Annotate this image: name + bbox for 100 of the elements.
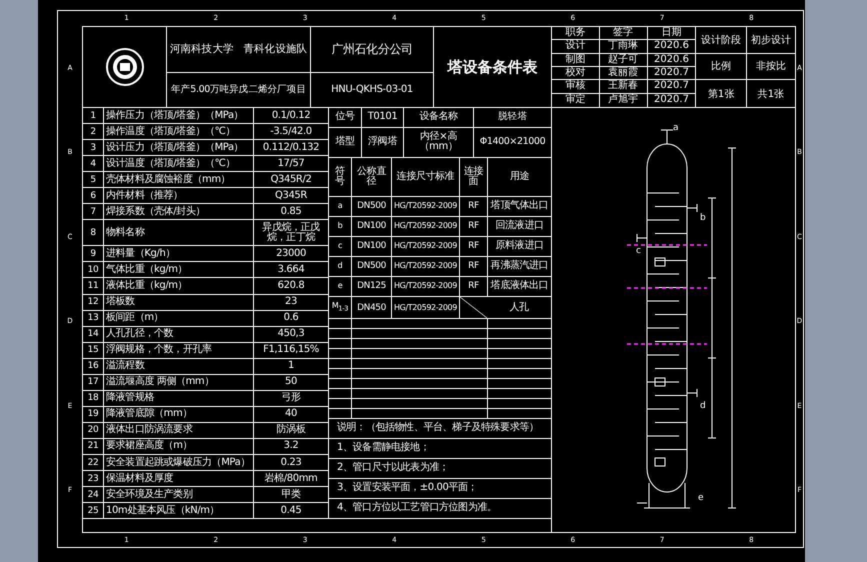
row-number: 15 bbox=[86, 344, 100, 358]
signoff-cell: 2020.7 bbox=[648, 80, 696, 94]
parameter-value: -3.5/42.0 bbox=[253, 124, 328, 140]
note-text: 4、管口方位以工艺管口方位图为准。 bbox=[336, 500, 498, 516]
signoff-cell: 袁丽霞 bbox=[600, 66, 648, 80]
info-cell: 第1张 bbox=[696, 80, 747, 107]
parameter-value: 23000 bbox=[253, 246, 328, 262]
equipment-cell: Φ1400×21000 bbox=[473, 128, 551, 157]
nozzle-face: RF bbox=[459, 276, 487, 296]
row-number: 18 bbox=[86, 392, 100, 406]
info-cell-text: 共1张 bbox=[756, 88, 786, 102]
signoff-cell: 赵子可 bbox=[600, 54, 648, 67]
column-header: 用途 bbox=[487, 158, 551, 196]
row-number: 5 bbox=[89, 174, 97, 187]
parameter-label: 液体出口防涡流要求 bbox=[103, 422, 253, 438]
parameter-value: 0.45 bbox=[253, 503, 328, 518]
parameter-value: 1 bbox=[253, 358, 328, 374]
row-number: 17 bbox=[86, 376, 100, 390]
signoff-cell: 王新春 bbox=[600, 80, 648, 94]
row-number: 2 bbox=[89, 126, 97, 139]
signoff-cell: 校对 bbox=[552, 66, 600, 80]
row-number: 1 bbox=[89, 110, 97, 123]
row-number: 11 bbox=[86, 280, 100, 293]
row-number: 13 bbox=[86, 312, 100, 326]
signoff-cell: 日期 bbox=[648, 27, 696, 40]
signoff-cell: 2020.6 bbox=[648, 54, 696, 67]
parameter-label: 安全环境及生产类别 bbox=[103, 487, 253, 502]
parameter-value: 岩棉/80mm bbox=[253, 471, 328, 486]
signoff-cell: 2020.6 bbox=[648, 40, 696, 54]
parameter-value: 0.6 bbox=[253, 310, 328, 326]
row-number: 6 bbox=[89, 190, 97, 203]
equipment-cell: 内径×高（mm） bbox=[403, 128, 473, 157]
parameter-label: 溢流程数 bbox=[103, 358, 253, 374]
note-text: 3、设置安装平面，±0.00平面； bbox=[336, 480, 478, 496]
nozzle-standard: HG/T20592-2009 bbox=[391, 256, 459, 276]
nozzle-symbol: c bbox=[337, 240, 343, 252]
row-number: 20 bbox=[86, 424, 100, 438]
parameter-value: 0.23 bbox=[253, 454, 328, 470]
column-header: 连接尺寸标准 bbox=[391, 158, 459, 196]
drawing-number: HNU-QKHS-03-01 bbox=[331, 84, 413, 96]
nozzle-symbol: M$_{1-3}$ bbox=[330, 300, 350, 315]
parameter-label: 要求裙座高度（m） bbox=[103, 438, 253, 454]
row-number: 8 bbox=[89, 226, 97, 240]
nozzle-diameter: DN500 bbox=[351, 256, 391, 276]
nozzle-standard: HG/T20592-2009 bbox=[391, 276, 459, 296]
nozzle-face: RF bbox=[459, 236, 487, 256]
nozzle-diameter: DN100 bbox=[351, 216, 391, 236]
parameter-value: 3.664 bbox=[253, 262, 328, 278]
parameter-value: 甲类 bbox=[253, 487, 328, 502]
row-number: 16 bbox=[86, 360, 100, 374]
parameter-value: 23 bbox=[253, 294, 328, 310]
parameter-value: 40 bbox=[253, 406, 328, 422]
parameter-value: Q345R/2 bbox=[253, 172, 328, 188]
nozzle-standard: HG/T20592-2009 bbox=[391, 196, 459, 216]
note-text: 1、设备需静电接地； bbox=[336, 440, 430, 456]
nozzle-diameter: DN500 bbox=[351, 196, 391, 216]
nozzle-standard: HG/T20592-2009 bbox=[391, 296, 459, 318]
nozzle-label: c bbox=[636, 246, 641, 256]
parameter-label: 焊接系数（壳体/封头） bbox=[103, 204, 253, 220]
nozzle-use: 原料液进口 bbox=[487, 236, 551, 256]
row-number: 23 bbox=[86, 472, 100, 486]
equipment-cell: 脱轻塔 bbox=[473, 108, 551, 127]
row-number: 22 bbox=[86, 456, 100, 470]
parameter-label: 设计温度（塔顶/塔釜）（℃） bbox=[103, 156, 253, 172]
row-number: 12 bbox=[86, 296, 100, 310]
nozzle-symbol: e bbox=[336, 280, 344, 292]
nozzle-use: 回流液进口 bbox=[487, 216, 551, 236]
project-name: 年产5.00万吨异戊二烯分厂项目 bbox=[171, 83, 306, 96]
parameter-value: 0.1/0.12 bbox=[253, 108, 328, 124]
nozzle-label: b bbox=[700, 213, 706, 223]
info-cell: 设计阶段 bbox=[696, 27, 747, 54]
emblem-logo bbox=[104, 47, 144, 87]
parameter-value: F1,116,15% bbox=[253, 342, 328, 358]
parameter-value: 0.112/0.132 bbox=[253, 140, 328, 156]
signoff-cell: 卢旭宇 bbox=[600, 94, 648, 107]
parameter-label: 物料名称 bbox=[103, 220, 253, 246]
nozzle-use: 再沸蒸汽进口 bbox=[487, 256, 551, 276]
parameter-label: 浮阀规格，个数，开孔率 bbox=[103, 342, 253, 358]
note-text: 说明：（包括物性、平台、梯子及特殊要求等） bbox=[336, 420, 540, 436]
column-header: 符号 bbox=[334, 164, 346, 189]
parameter-value: 50 bbox=[253, 374, 328, 390]
signoff-cell: 丁雨琳 bbox=[600, 40, 648, 54]
nozzle-label: e bbox=[698, 493, 704, 503]
row-number: 7 bbox=[89, 206, 97, 219]
signoff-cell-text: 2020.7 bbox=[652, 94, 690, 107]
parameter-value: 0.85 bbox=[253, 204, 328, 220]
parameter-label: 板间距（m） bbox=[103, 310, 253, 326]
parameter-value: 弓形 bbox=[253, 390, 328, 406]
row-number: 3 bbox=[89, 142, 97, 155]
parameter-label: 人孔孔径，个数 bbox=[103, 326, 253, 342]
parameter-label: 降液管底隙（mm） bbox=[103, 406, 253, 422]
row-number: 4 bbox=[89, 158, 97, 171]
parameter-value: 450,3 bbox=[253, 326, 328, 342]
nozzle-label: d bbox=[700, 401, 706, 411]
row-number: 14 bbox=[86, 328, 100, 342]
equipment-cell: 浮阀塔 bbox=[361, 128, 403, 157]
nozzle-diameter: DN450 bbox=[351, 296, 391, 318]
parameter-label: 设计压力（塔顶/塔釜）（MPa） bbox=[103, 140, 253, 156]
nozzle-use: 塔顶气体出口 bbox=[487, 196, 551, 216]
nozzle-label: a bbox=[673, 123, 679, 133]
